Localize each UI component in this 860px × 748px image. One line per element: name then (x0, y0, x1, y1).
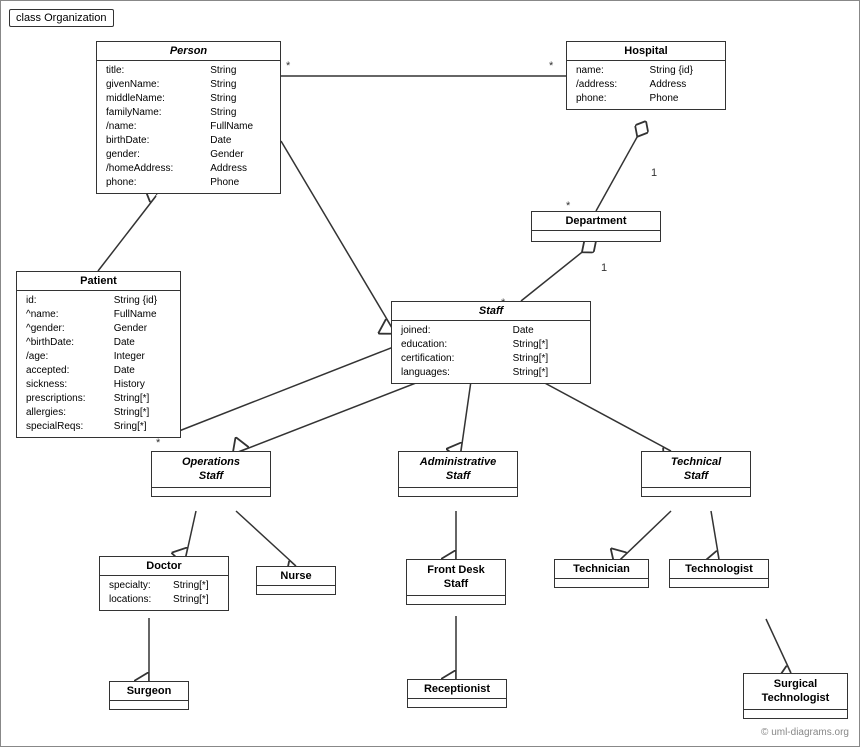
class-hospital: Hospital name:String {id} /address:Addre… (566, 41, 726, 110)
class-department: Department (531, 211, 661, 242)
class-surgical-technologist-title: Surgical Technologist (744, 674, 847, 710)
watermark: © uml-diagrams.org (761, 727, 849, 738)
class-nurse-body (257, 586, 335, 594)
class-operations-staff-body (152, 488, 270, 496)
class-admin-staff: Administrative Staff (398, 451, 518, 497)
class-operations-staff-title: Operations Staff (152, 452, 270, 488)
class-technician-body (555, 579, 648, 587)
class-department-title: Department (532, 212, 660, 231)
class-technical-staff-body (642, 488, 750, 496)
class-receptionist-title: Receptionist (408, 680, 506, 699)
class-surgeon: Surgeon (109, 681, 189, 710)
class-receptionist: Receptionist (407, 679, 507, 708)
class-technologist: Technologist (669, 559, 769, 588)
class-person-title: Person (97, 42, 280, 61)
class-doctor-body: specialty:String[*] locations:String[*] (100, 576, 228, 610)
class-admin-staff-body (399, 488, 517, 496)
class-department-body (532, 231, 660, 241)
class-nurse: Nurse (256, 566, 336, 595)
svg-text:*: * (286, 60, 291, 72)
class-staff-title: Staff (392, 302, 590, 321)
class-doctor-title: Doctor (100, 557, 228, 576)
class-person-body: title:String givenName:String middleName… (97, 61, 280, 193)
class-surgeon-title: Surgeon (110, 682, 188, 701)
class-admin-staff-title: Administrative Staff (399, 452, 517, 488)
svg-text:*: * (156, 437, 161, 449)
class-front-desk: Front Desk Staff (406, 559, 506, 605)
class-patient-title: Patient (17, 272, 180, 291)
class-front-desk-title: Front Desk Staff (407, 560, 505, 596)
class-surgical-technologist: Surgical Technologist (743, 673, 848, 719)
class-doctor: Doctor specialty:String[*] locations:Str… (99, 556, 229, 611)
class-front-desk-body (407, 596, 505, 604)
class-person: Person title:String givenName:String mid… (96, 41, 281, 194)
svg-text:*: * (549, 60, 554, 72)
class-patient-body: id:String {id} ^name:FullName ^gender:Ge… (17, 291, 180, 437)
class-technical-staff-title: Technical Staff (642, 452, 750, 488)
class-nurse-title: Nurse (257, 567, 335, 586)
class-technician: Technician (554, 559, 649, 588)
diagram-title: class Organization (9, 9, 114, 27)
class-receptionist-body (408, 699, 506, 707)
svg-text:1: 1 (601, 262, 607, 274)
class-hospital-title: Hospital (567, 42, 725, 61)
class-technologist-body (670, 579, 768, 587)
class-hospital-body: name:String {id} /address:Address phone:… (567, 61, 725, 109)
class-technologist-title: Technologist (670, 560, 768, 579)
class-staff: Staff joined:Date education:String[*] ce… (391, 301, 591, 384)
svg-text:1: 1 (651, 167, 657, 179)
class-technician-title: Technician (555, 560, 648, 579)
class-surgeon-body (110, 701, 188, 709)
class-staff-body: joined:Date education:String[*] certific… (392, 321, 590, 383)
class-patient: Patient id:String {id} ^name:FullName ^g… (16, 271, 181, 438)
class-operations-staff: Operations Staff (151, 451, 271, 497)
class-technical-staff: Technical Staff (641, 451, 751, 497)
diagram-canvas: class Organization (0, 0, 860, 747)
class-surgical-technologist-body (744, 710, 847, 718)
